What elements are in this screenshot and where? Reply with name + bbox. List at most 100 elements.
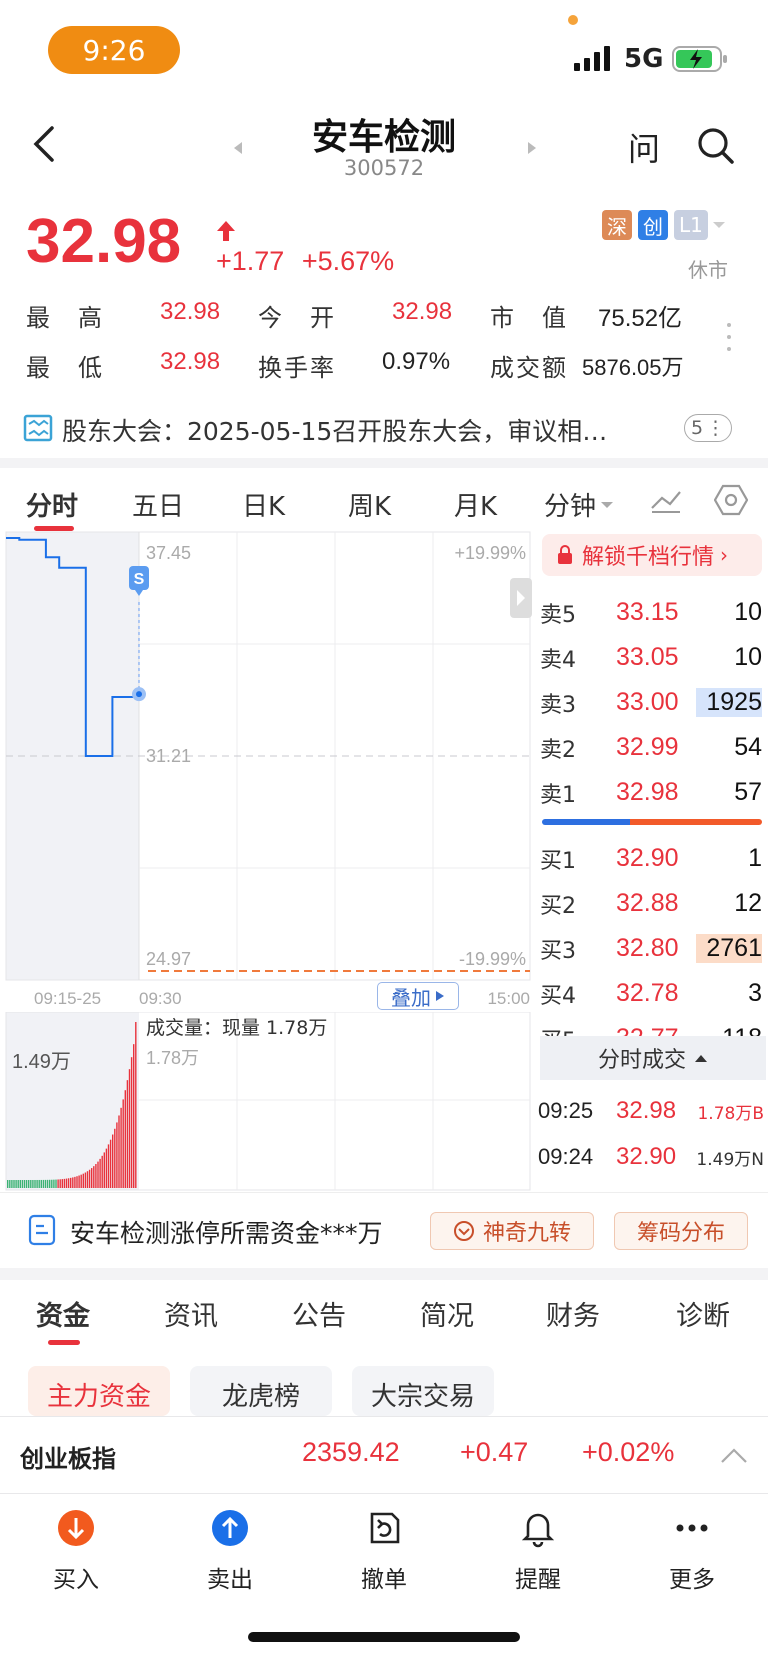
volume-bar: [36, 1179, 38, 1188]
index-bar[interactable]: 创业板指 2359.42 +0.47 +0.02%: [0, 1416, 768, 1494]
ask-volume: 1925: [696, 688, 762, 717]
badge-level1[interactable]: L1: [674, 210, 708, 240]
next-stock-icon[interactable]: [526, 140, 538, 160]
volume-bar: [76, 1176, 78, 1188]
subtab-dragon-tiger[interactable]: 龙虎榜: [190, 1366, 332, 1416]
bid-row[interactable]: 买2 32.88 12: [540, 881, 764, 926]
bid-row[interactable]: 买1 32.90 1: [540, 836, 764, 881]
tab-minute[interactable]: 分钟: [544, 486, 614, 523]
lock-icon: [558, 545, 572, 564]
tick-volume: 1.49万N: [696, 1149, 764, 1170]
limit-up-funds-text[interactable]: 安车检测涨停所需资金***万: [70, 1214, 383, 1250]
nav-sell[interactable]: 卖出: [180, 1508, 280, 1594]
ask-row[interactable]: 卖2 32.99 54: [540, 725, 764, 770]
tab-announcements[interactable]: 公告: [292, 1294, 346, 1333]
tab-financials[interactable]: 财务: [546, 1294, 600, 1333]
change-value: +1.77: [216, 246, 285, 276]
volume-bar: [72, 1177, 74, 1188]
chart-draw-icon[interactable]: [650, 488, 682, 518]
volume-bar: [86, 1171, 89, 1188]
notice-count-badge[interactable]: 5 ⋮: [684, 414, 732, 442]
tab-active-indicator: [48, 1340, 80, 1345]
ask-row[interactable]: 卖3 33.00 1925: [540, 680, 764, 725]
time-label-start: 09:15-25: [34, 989, 101, 1008]
bid-label: 买2: [540, 893, 576, 919]
bid-price: 32.90: [616, 844, 679, 872]
tab-news[interactable]: 资讯: [164, 1294, 218, 1333]
volume-bar: [120, 1107, 122, 1188]
tab-intraday[interactable]: 分时: [26, 486, 78, 523]
bid-volume: 3: [748, 979, 762, 1007]
volume-bar: [112, 1134, 114, 1188]
check-circle-icon: [453, 1221, 474, 1241]
bid-row[interactable]: 买4 32.78 3: [540, 971, 764, 1016]
tab-profile[interactable]: 简况: [420, 1294, 474, 1333]
volume-bar: [38, 1179, 40, 1188]
notice-text[interactable]: 股东大会：2025-05-15召开股东大会，审议相…: [62, 412, 652, 448]
bid-row[interactable]: 买532.77118: [540, 1016, 764, 1036]
tab-daily-k[interactable]: 日K: [242, 486, 285, 523]
volume-bar: [42, 1179, 45, 1188]
nav-more[interactable]: 更多: [642, 1508, 742, 1594]
tab-funds[interactable]: 资金: [36, 1294, 90, 1333]
volume-bar: [80, 1174, 82, 1188]
nav-alert[interactable]: 提醒: [488, 1508, 588, 1594]
time-label-open: 09:30: [139, 989, 182, 1008]
volume-chart[interactable]: 成交量：现量 1.78万 1.78万 1.49万: [0, 1012, 535, 1192]
ask-row[interactable]: 卖1 32.98 57: [540, 770, 764, 815]
volume-bar: [34, 1179, 36, 1188]
y-label-bottom: 24.97: [146, 949, 191, 969]
chip-distribution-button[interactable]: 筹码分布: [614, 1212, 748, 1250]
volume-bar: [7, 1180, 9, 1188]
ask-button[interactable]: 问: [628, 124, 660, 170]
unlock-orderbook-button[interactable]: 解锁千档行情 ›: [542, 534, 762, 576]
ticks-header[interactable]: 分时成交: [540, 1036, 766, 1080]
bid-label: 买1: [540, 848, 576, 874]
nav-alert-label: 提醒: [515, 1567, 561, 1593]
tab-five-day[interactable]: 五日: [132, 486, 184, 523]
volume-bar: [15, 1180, 17, 1188]
overlay-button[interactable]: 叠加: [377, 982, 459, 1010]
volume-bar: [84, 1172, 87, 1188]
volume-bar: [109, 1139, 112, 1188]
nav-cancel-order[interactable]: 撤单: [334, 1508, 434, 1594]
ask-row[interactable]: 卖5 33.15 10: [540, 590, 764, 635]
ask-volume: 54: [734, 733, 762, 761]
magic-nine-button[interactable]: 神奇九转: [430, 1212, 594, 1250]
overlay-label: 叠加: [391, 985, 431, 1010]
volume-bar: [25, 1179, 28, 1188]
notice-count: 5: [690, 417, 704, 439]
chevron-up-icon[interactable]: [720, 1447, 748, 1465]
unlock-label: 解锁千档行情: [582, 545, 715, 570]
volume-bar: [55, 1179, 57, 1188]
volume-bar: [44, 1179, 47, 1188]
index-value: 2359.42: [302, 1437, 400, 1467]
bid-row[interactable]: 买3 32.80 2761: [540, 926, 764, 971]
bid-list: 买1 32.90 1 买2 32.88 12 买3 32.80 2761 买4 32.78 3 …: [540, 836, 764, 1036]
volume-bar: [53, 1179, 55, 1188]
subtab-main-funds[interactable]: 主力资金: [28, 1366, 170, 1416]
intraday-chart[interactable]: S 37.45 31.21 24.97 +19.99% -19.99% 09:1…: [0, 530, 535, 1010]
volume-bar: [61, 1179, 63, 1188]
tick-row: 09:25 32.98 1.78万B: [538, 1088, 766, 1134]
tick-price: 32.90: [616, 1143, 677, 1170]
bid-volume: 12: [734, 889, 762, 917]
tab-monthly-k[interactable]: 月K: [454, 486, 497, 523]
y-label-top: 37.45: [146, 543, 191, 563]
volume-bar: [49, 1179, 51, 1188]
tab-weekly-k[interactable]: 周K: [348, 486, 391, 523]
chevron-down-icon: [712, 222, 725, 228]
nav-more-label: 更多: [669, 1567, 715, 1593]
search-icon[interactable]: [696, 126, 736, 170]
ask-label: 卖2: [540, 737, 576, 763]
badge-chinext: 创: [638, 210, 668, 240]
bid-price: 32.80: [616, 934, 679, 962]
bid-volume: 1: [748, 844, 762, 872]
ask-row[interactable]: 卖4 33.05 10: [540, 635, 764, 680]
subtab-block-trade[interactable]: 大宗交易: [352, 1366, 494, 1416]
nav-buy[interactable]: 买入: [26, 1508, 126, 1594]
more-stats-icon[interactable]: [726, 322, 732, 356]
price-change: +1.77 +5.67%: [216, 246, 394, 277]
chart-settings-icon[interactable]: [713, 484, 749, 520]
tab-diagnosis[interactable]: 诊断: [676, 1294, 730, 1333]
